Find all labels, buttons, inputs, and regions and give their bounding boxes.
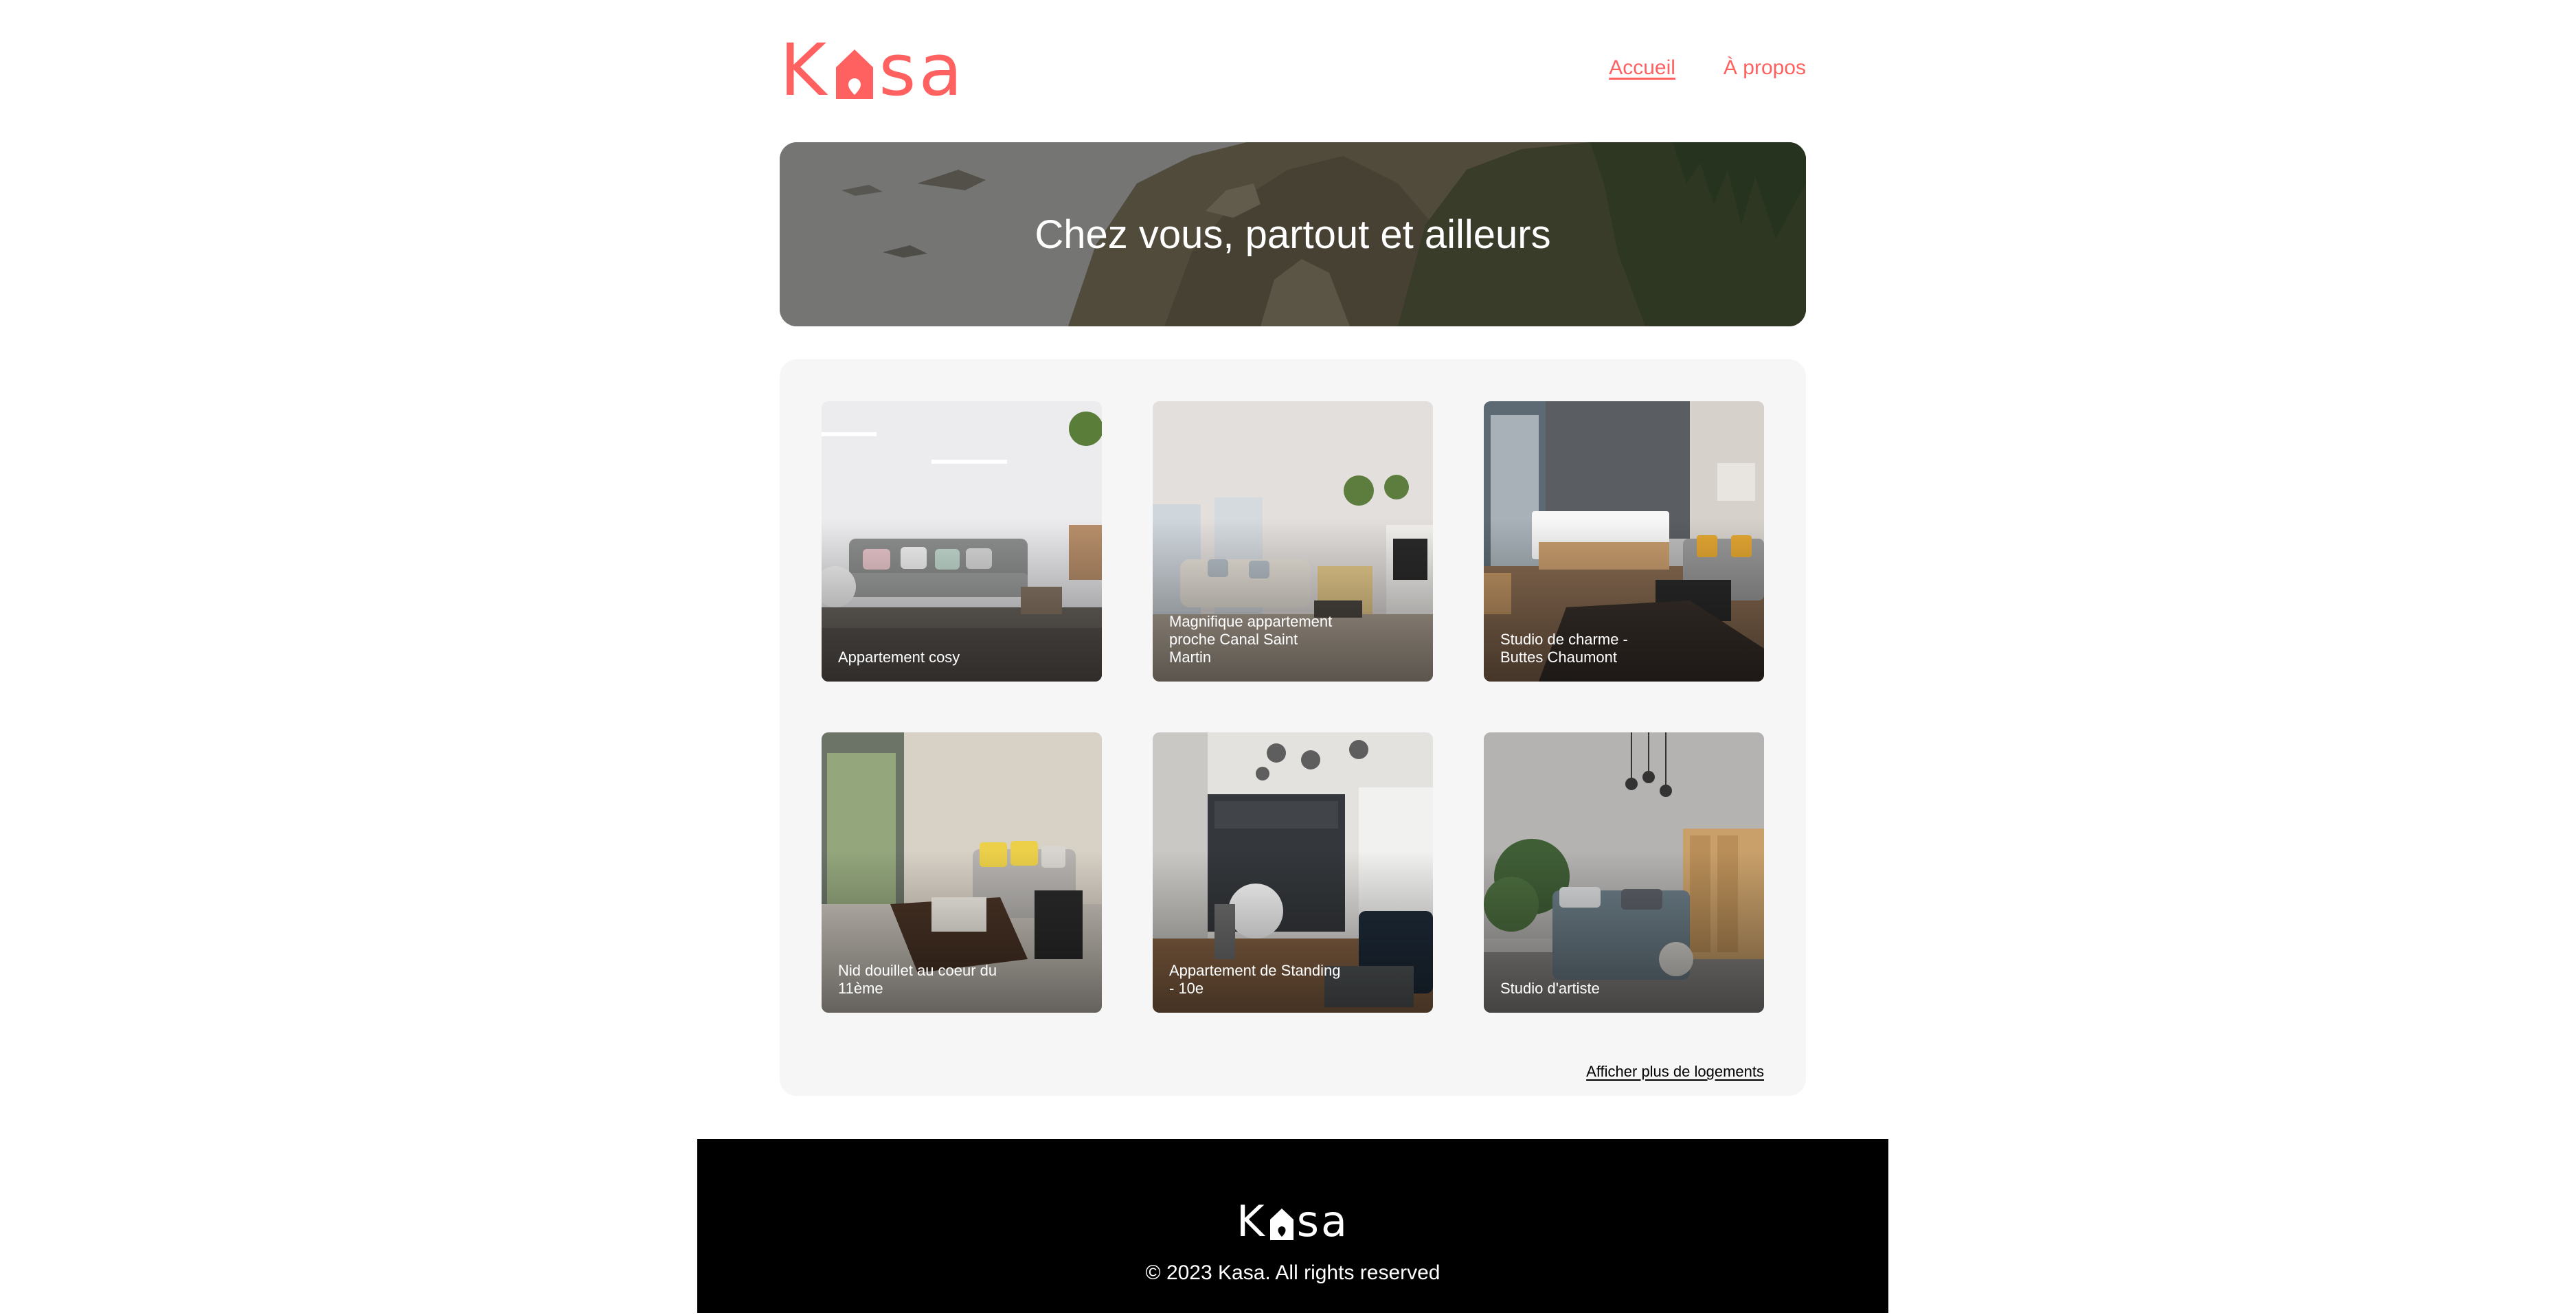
hero-banner: Chez vous, partout et ailleurs: [780, 142, 1806, 326]
house-icon: [1269, 1209, 1293, 1240]
show-more-listings-link[interactable]: Afficher plus de logements: [1586, 1063, 1764, 1081]
listing-title: Studio d'artiste: [1500, 980, 1600, 997]
listing-title: Appartement cosy: [838, 649, 960, 666]
listing-title: Magnifique appartement proche Canal Sain…: [1169, 613, 1333, 666]
site-footer: K sa © 2023 Kasa. All rights reserved: [697, 1139, 1888, 1313]
listing-card[interactable]: Studio d'artiste: [1484, 732, 1764, 1013]
listing-card[interactable]: Appartement cosy: [822, 401, 1102, 682]
listing-card[interactable]: Nid douillet au coeur du 11ème: [822, 732, 1102, 1013]
listing-title: Studio de charme - Buttes Chaumont: [1500, 631, 1628, 666]
nav-link-accueil[interactable]: Accueil: [1609, 56, 1675, 80]
nav-link-a-propos[interactable]: À propos: [1724, 56, 1806, 80]
footer-logo-letter-k: K: [1236, 1196, 1267, 1246]
listing-card[interactable]: Appartement de Standing - 10e: [1153, 732, 1433, 1013]
site-header: K sa Accueil À propos: [780, 28, 1806, 112]
listing-title: Nid douillet au coeur du 11ème: [838, 962, 997, 997]
listing-card[interactable]: Studio de charme - Buttes Chaumont: [1484, 401, 1764, 682]
card-shade: [1484, 732, 1764, 1013]
logo-letters-sa: sa: [879, 28, 966, 112]
footer-logo: K sa: [697, 1198, 1888, 1246]
copyright-text: © 2023 Kasa. All rights reserved: [1145, 1261, 1440, 1284]
listing-title: Appartement de Standing - 10e: [1169, 962, 1341, 997]
listings-gallery: Appartement cosy Magnifique appartement …: [780, 359, 1806, 1096]
card-shade: [822, 401, 1102, 682]
banner-title: Chez vous, partout et ailleurs: [1035, 212, 1551, 257]
kasa-logo[interactable]: K sa: [780, 28, 966, 112]
logo-letter-k: K: [780, 28, 830, 112]
main-nav: Accueil À propos: [1609, 56, 1806, 80]
footer-logo-letters-sa: sa: [1296, 1196, 1349, 1246]
house-icon: [836, 49, 874, 99]
listing-card[interactable]: Magnifique appartement proche Canal Sain…: [1153, 401, 1433, 682]
